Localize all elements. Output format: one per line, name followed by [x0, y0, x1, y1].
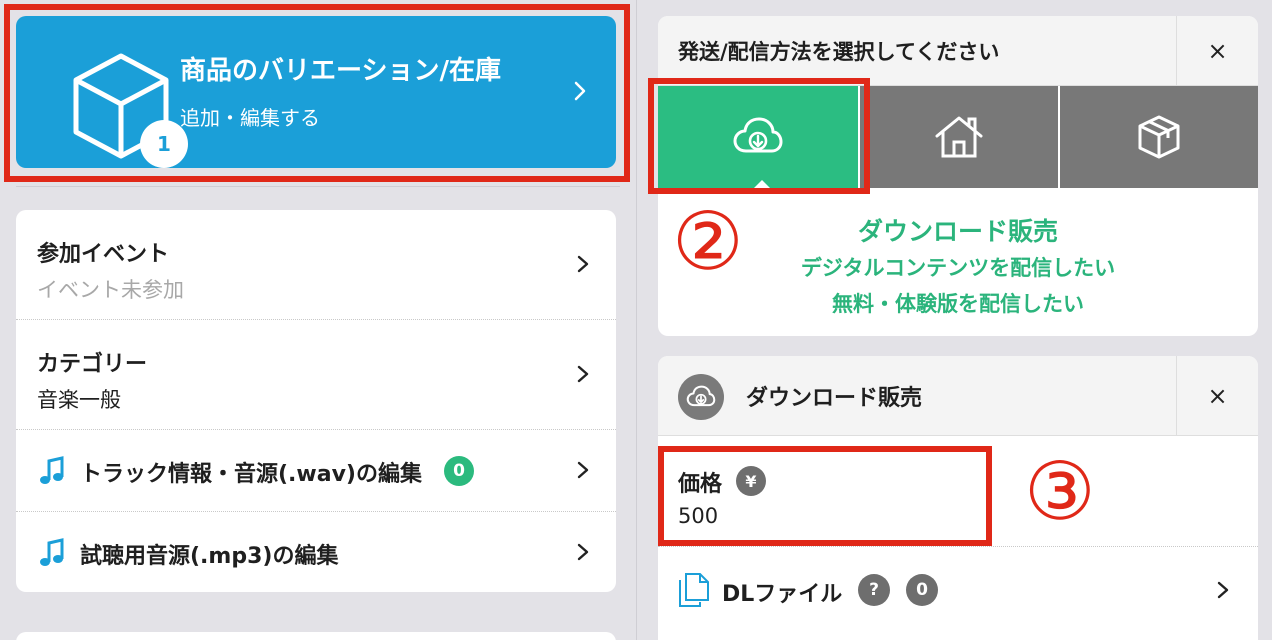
home-icon	[935, 116, 983, 158]
close-button[interactable]: ×	[1176, 16, 1258, 86]
list-item-title: 試聴用音源(.mp3)の編集	[80, 544, 339, 569]
file-count-badge: 0	[906, 574, 938, 606]
close-button[interactable]: ×	[1176, 356, 1258, 436]
next-card-edge	[16, 632, 616, 640]
chevron-right-icon	[577, 461, 589, 479]
chevron-right-icon	[577, 543, 589, 561]
cloud-download-icon	[678, 374, 724, 420]
list-item-subtitle: イベント未参加	[37, 278, 184, 302]
track-count-badge: 0	[444, 456, 474, 486]
annotation-marker-2: ②	[672, 195, 744, 288]
list-item-track-info[interactable]: トラック情報・音源(.wav)の編集 0	[16, 430, 616, 512]
list-item-preview-audio[interactable]: 試聴用音源(.mp3)の編集	[16, 512, 616, 592]
dl-file-row[interactable]: DLファイル ? 0	[658, 548, 1258, 640]
help-icon[interactable]: ?	[858, 574, 890, 606]
method-description-line2: 無料・体験版を配信したい	[832, 292, 1084, 316]
highlight-box-2	[648, 78, 870, 194]
highlight-box-3	[658, 446, 992, 546]
chevron-right-icon	[1217, 581, 1229, 599]
highlight-box-1	[4, 4, 630, 182]
chevron-right-icon	[577, 255, 589, 273]
method-description-line1: デジタルコンテンツを配信したい	[800, 256, 1116, 280]
list-item-title: トラック情報・音源(.wav)の編集	[80, 462, 422, 487]
tab-home-delivery[interactable]	[860, 86, 1058, 188]
document-icon	[679, 573, 709, 607]
package-icon	[1138, 115, 1180, 159]
annotation-marker-3: ③	[1024, 445, 1096, 538]
chevron-right-icon	[577, 365, 589, 383]
list-item-event[interactable]: 参加イベント イベント未参加	[16, 210, 616, 320]
shipping-title: 発送/配信方法を選択してください	[678, 40, 1000, 64]
music-note-icon	[40, 538, 64, 566]
row-separator	[658, 546, 1258, 547]
list-item-title: カテゴリー	[37, 352, 148, 377]
music-note-icon	[40, 456, 64, 484]
list-item-subtitle: 音楽一般	[37, 388, 121, 412]
download-sale-header: ダウンロード販売 ×	[658, 356, 1258, 436]
tab-package-shipping[interactable]	[1060, 86, 1258, 188]
list-item-title: 参加イベント	[37, 242, 170, 267]
dl-file-label: DLファイル	[722, 582, 843, 607]
column-divider	[636, 0, 637, 640]
list-item-category[interactable]: カテゴリー 音楽一般	[16, 320, 616, 430]
download-sale-title: ダウンロード販売	[746, 386, 923, 411]
settings-list: 参加イベント イベント未参加 カテゴリー 音楽一般 トラック情報・音源(.wav…	[16, 210, 616, 592]
shipping-header: 発送/配信方法を選択してください ×	[658, 16, 1258, 86]
selected-method-name: ダウンロード販売	[857, 217, 1058, 246]
section-separator	[16, 186, 620, 187]
